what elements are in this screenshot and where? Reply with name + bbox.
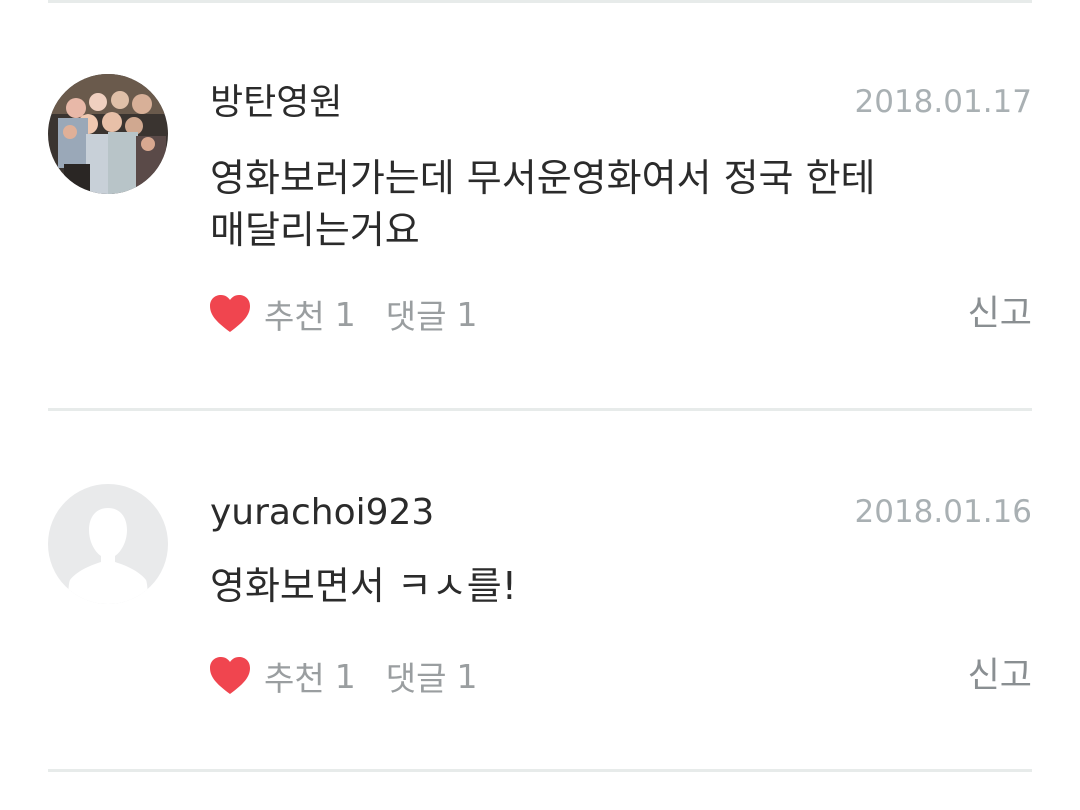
username[interactable]: yurachoi923 [210,491,434,535]
avatar[interactable] [48,74,168,194]
username[interactable]: 방탄영원 [210,81,342,125]
like-count: 1 [334,294,356,334]
comment-text: 영화보면서 ㅋㅅ를! [210,564,517,608]
comment-actions: 추천 1 댓글 1 [208,652,477,700]
reply-label[interactable]: 댓글 [386,290,447,338]
like-label[interactable]: 추천 [264,290,325,338]
comment-list: 방탄영원 2018.01.17 영화보러가는데 무서운영화여서 정국 한테 매달… [0,0,1080,810]
like-label[interactable]: 추천 [264,652,325,700]
heart-icon[interactable] [208,294,252,334]
comment-divider [48,769,1032,772]
default-user-icon [48,484,168,604]
group-photo-image [48,74,168,194]
reply-label[interactable]: 댓글 [386,652,447,700]
report-button[interactable]: 신고 [968,290,1032,338]
comment-text: 영화보러가는데 무서운영화여서 정국 한테 매달리는거요 [210,156,876,252]
reply-count: 1 [456,294,478,334]
report-button[interactable]: 신고 [968,652,1032,700]
avatar[interactable] [48,484,168,604]
comment-date: 2018.01.17 [854,84,1033,120]
reply-count: 1 [456,656,478,696]
comment-date: 2018.01.16 [854,494,1033,530]
comment-actions: 추천 1 댓글 1 [208,290,477,338]
comment-item: 방탄영원 2018.01.17 영화보러가는데 무서운영화여서 정국 한테 매달… [0,0,1080,410]
comment-item: yurachoi923 2018.01.16 영화보면서 ㅋㅅ를! 추천 1 댓… [0,410,1080,770]
like-count: 1 [334,656,356,696]
heart-icon[interactable] [208,656,252,696]
